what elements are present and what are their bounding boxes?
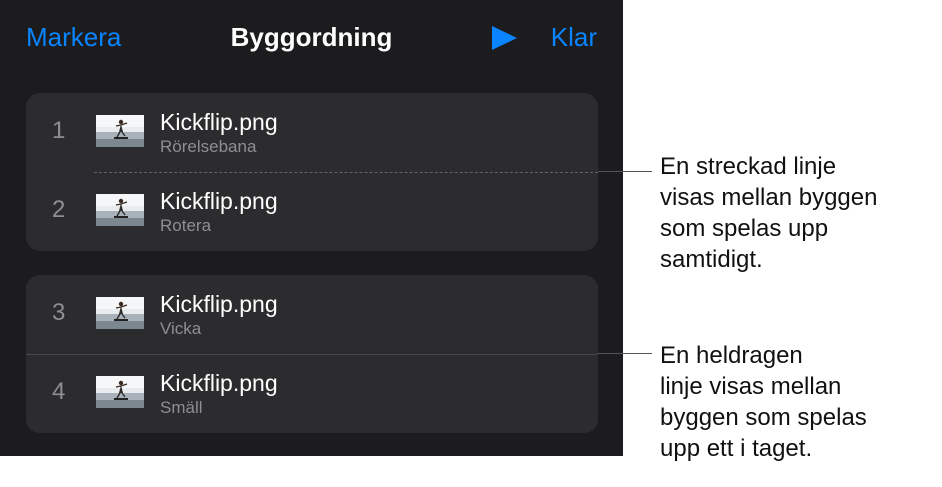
build-row[interactable]: 1 Kickflip.png Rörelsebana <box>26 93 598 172</box>
build-order-panel: Markera Byggordning Klar 1 Kickflip.png … <box>0 0 623 456</box>
build-number: 3 <box>52 299 66 326</box>
image-thumbnail <box>96 115 144 147</box>
build-number: 2 <box>52 196 66 223</box>
page-title: Byggordning <box>230 22 393 52</box>
callout-dashed-line: En streckad linje visas mellan byggen so… <box>660 153 878 273</box>
build-group-simultaneous: 1 Kickflip.png Rörelsebana 2 Kickflip.pn… <box>26 93 598 251</box>
callout-leader-line <box>598 171 652 172</box>
build-number: 1 <box>52 117 66 144</box>
callout-solid-line: En heldragen linje visas mellan byggen s… <box>660 342 867 462</box>
callout-leader-line <box>598 353 652 354</box>
build-effect-name: Rotera <box>160 216 212 235</box>
build-row[interactable]: 3 Kickflip.png Vicka <box>26 275 598 354</box>
play-icon[interactable] <box>489 24 519 52</box>
done-button[interactable]: Klar <box>551 22 597 53</box>
build-object-name: Kickflip.png <box>160 188 278 214</box>
build-row[interactable]: 4 Kickflip.png Smäll <box>26 354 598 433</box>
build-row[interactable]: 2 Kickflip.png Rotera <box>26 172 598 251</box>
image-thumbnail <box>96 376 144 408</box>
build-object-name: Kickflip.png <box>160 370 278 396</box>
build-effect-name: Vicka <box>160 319 202 338</box>
build-effect-name: Rörelsebana <box>160 137 257 156</box>
build-group-sequential: 3 Kickflip.png Vicka 4 Kickflip.png Smäl… <box>26 275 598 433</box>
build-object-name: Kickflip.png <box>160 109 278 135</box>
image-thumbnail <box>96 297 144 329</box>
build-effect-name: Smäll <box>160 398 203 417</box>
build-object-name: Kickflip.png <box>160 291 278 317</box>
image-thumbnail <box>96 194 144 226</box>
build-number: 4 <box>52 378 66 405</box>
